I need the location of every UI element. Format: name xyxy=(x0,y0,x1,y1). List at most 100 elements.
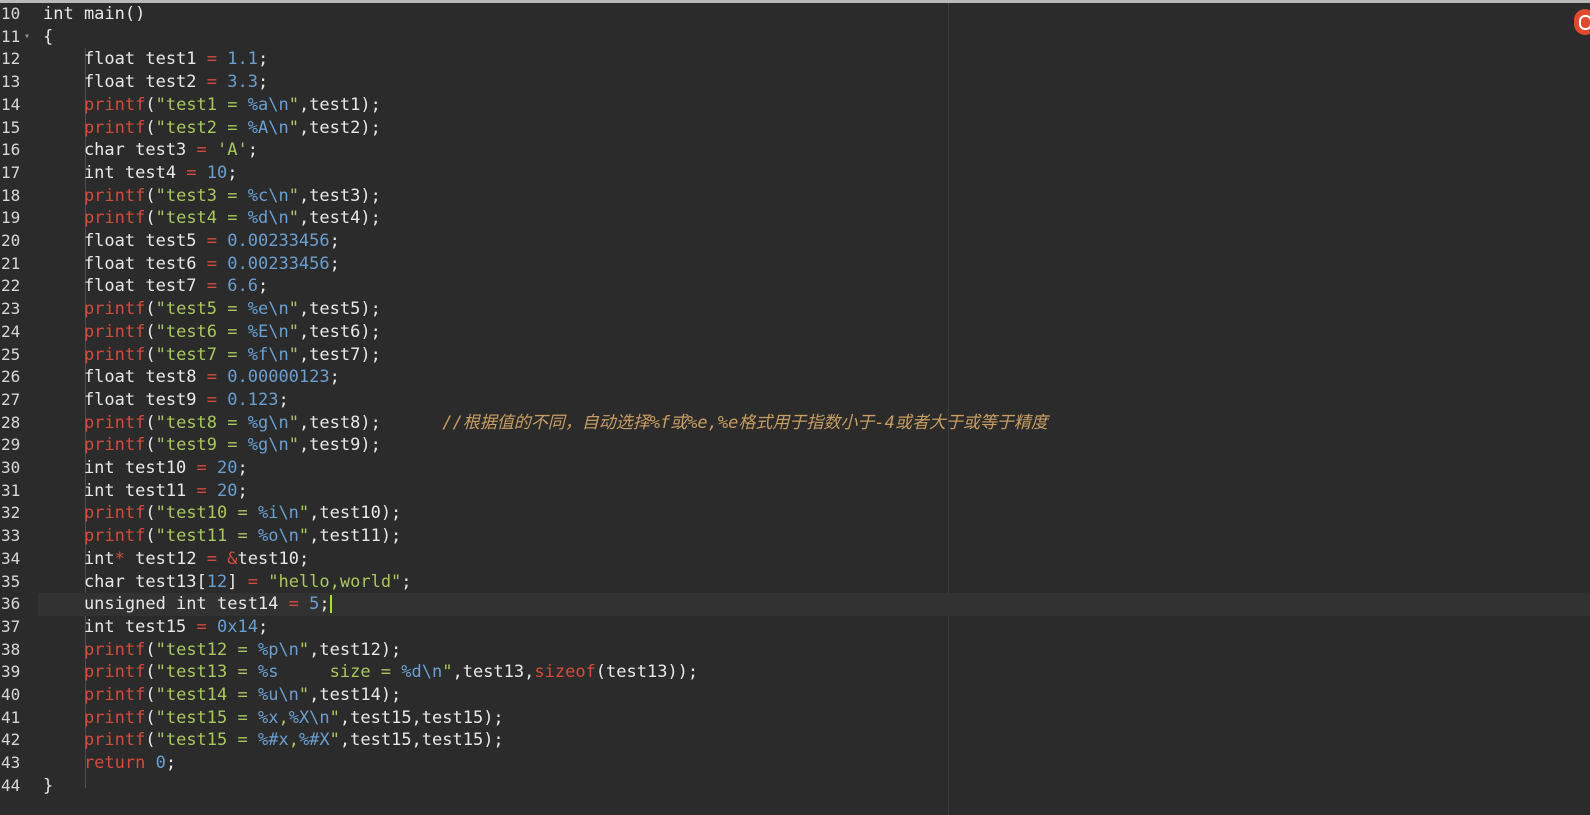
code-line[interactable]: float test9 = 0.123; xyxy=(38,389,1590,412)
code-area[interactable]: int main(){ float test1 = 1.1; float tes… xyxy=(38,3,1590,815)
code-token: 10 xyxy=(206,162,228,183)
code-line[interactable]: float test2 = 3.3; xyxy=(38,71,1590,94)
code-token: char test3 xyxy=(43,140,197,161)
code-token: "test1 = xyxy=(155,94,248,115)
code-token: { xyxy=(43,26,54,47)
code-token: %o\n xyxy=(257,526,299,547)
code-line[interactable]: printf("test13 = %s size = %d\n",test13,… xyxy=(38,661,1590,684)
code-text: { xyxy=(43,26,53,49)
code-line[interactable]: unsigned int test14 = 5; xyxy=(38,593,1590,616)
code-text: printf("test11 = %o\n",test11); xyxy=(43,525,401,548)
code-line[interactable]: printf("test2 = %A\n",test2); xyxy=(38,117,1590,140)
code-token: "test8 = xyxy=(155,412,248,433)
code-text: printf("test9 = %g\n",test9); xyxy=(43,434,381,457)
fold-toggle-icon[interactable]: ▾ xyxy=(24,26,30,49)
code-line[interactable]: int test4 = 10; xyxy=(38,162,1590,185)
code-line[interactable]: printf("test14 = %u\n",test14); xyxy=(38,684,1590,707)
line-number: 16 xyxy=(1,140,21,160)
code-line[interactable]: printf("test6 = %E\n",test6); xyxy=(38,321,1590,344)
code-line[interactable]: float test7 = 6.6; xyxy=(38,275,1590,298)
code-token: 3.3 xyxy=(227,72,258,93)
code-line[interactable]: printf("test7 = %f\n",test7); xyxy=(38,344,1590,367)
code-token: ,test2); xyxy=(298,117,381,138)
code-token: %s xyxy=(257,662,279,683)
code-token: "test10 = xyxy=(155,503,258,524)
code-line[interactable]: float test1 = 1.1; xyxy=(38,48,1590,71)
code-token: float test8 xyxy=(43,367,207,388)
code-line[interactable]: printf("test9 = %g\n",test9); xyxy=(38,434,1590,457)
code-token: ( xyxy=(145,94,156,115)
code-line[interactable]: char test3 = 'A'; xyxy=(38,139,1590,162)
code-token: ,test6); xyxy=(298,321,381,342)
code-line[interactable]: printf("test3 = %c\n",test3); xyxy=(38,185,1590,208)
code-token: , xyxy=(278,707,289,728)
code-token: 0x14 xyxy=(217,616,258,637)
code-token: = xyxy=(206,231,218,251)
code-token: "test15 = xyxy=(155,730,258,751)
code-text: int test11 = 20; xyxy=(43,480,248,503)
code-token: ( xyxy=(145,208,156,229)
code-line[interactable]: float test6 = 0.00233456; xyxy=(38,253,1590,276)
code-editor[interactable]: int main(){ float test1 = 1.1; float tes… xyxy=(0,0,1590,815)
code-token: ,test14); xyxy=(309,685,402,705)
code-line[interactable]: int test15 = 0x14; xyxy=(38,616,1590,639)
code-token: ; xyxy=(401,571,412,592)
code-line[interactable]: printf("test11 = %o\n",test11); xyxy=(38,525,1590,548)
code-line[interactable]: int test11 = 20; xyxy=(38,480,1590,503)
code-line[interactable]: printf("test8 = %g\n",test8); //根据值的不同，自… xyxy=(38,412,1590,435)
code-line[interactable]: int test10 = 20; xyxy=(38,457,1590,480)
line-number: 31 xyxy=(1,480,21,500)
code-token: ( xyxy=(145,730,156,751)
code-token: int test11 xyxy=(43,480,197,501)
code-text: printf("test12 = %p\n",test12); xyxy=(43,639,401,662)
code-line[interactable]: printf("test12 = %p\n",test12); xyxy=(38,639,1590,662)
code-line[interactable]: int main() xyxy=(38,3,1590,26)
code-line[interactable]: printf("test10 = %i\n",test10); xyxy=(38,502,1590,525)
code-line[interactable]: int* test12 = &test10; xyxy=(38,548,1590,571)
code-line[interactable]: char test13[12] = "hello,world"; xyxy=(38,571,1590,594)
code-line[interactable]: printf("test1 = %a\n",test1); xyxy=(38,94,1590,117)
code-token: " xyxy=(288,344,299,365)
code-line[interactable]: float test5 = 0.00233456; xyxy=(38,230,1590,253)
code-token: printf xyxy=(43,117,146,138)
code-line[interactable]: printf("test15 = %#x,%#X",test15,test15)… xyxy=(38,729,1590,752)
code-text: } xyxy=(43,775,53,798)
code-token: unsigned int test14 xyxy=(43,594,289,615)
code-line[interactable]: printf("test4 = %d\n",test4); xyxy=(38,207,1590,230)
code-token: ; xyxy=(278,389,289,410)
code-token: printf xyxy=(43,344,146,365)
code-text: float test5 = 0.00233456; xyxy=(43,230,340,253)
code-text: printf("test8 = %g\n",test8); //根据值的不同，自… xyxy=(43,412,1048,435)
code-token: 6.6 xyxy=(227,276,258,297)
code-token: = xyxy=(288,594,299,615)
code-line[interactable]: return 0; xyxy=(38,752,1590,775)
code-line[interactable]: printf("test15 = %x,%X\n",test15,test15)… xyxy=(38,707,1590,730)
code-token: int xyxy=(43,548,115,569)
code-token: %#X xyxy=(298,730,330,751)
code-line[interactable]: float test8 = 0.00000123; xyxy=(38,366,1590,389)
line-number: 32 xyxy=(1,503,21,523)
code-token: %X\n xyxy=(288,707,330,728)
code-text: char test3 = 'A'; xyxy=(43,139,258,162)
line-number: 24 xyxy=(1,321,21,341)
code-text: float test1 = 1.1; xyxy=(43,48,268,71)
code-token: , xyxy=(288,730,299,751)
code-token: ; xyxy=(257,72,269,93)
code-token: = xyxy=(206,49,218,70)
code-token: = xyxy=(206,367,218,388)
code-line[interactable]: } xyxy=(38,775,1590,798)
code-token: " xyxy=(329,707,340,728)
notification-badge-icon[interactable] xyxy=(1574,9,1590,35)
line-number: 26 xyxy=(1,367,21,387)
code-line[interactable]: { xyxy=(38,26,1590,49)
code-text: printf("test2 = %A\n",test2); xyxy=(43,117,381,140)
code-line[interactable]: printf("test5 = %e\n",test5); xyxy=(38,298,1590,321)
line-number: 13 xyxy=(1,72,21,92)
code-token: ,test4); xyxy=(298,208,381,229)
code-token: int test15 xyxy=(43,616,197,637)
code-text: printf("test13 = %s size = %d\n",test13,… xyxy=(43,661,698,684)
